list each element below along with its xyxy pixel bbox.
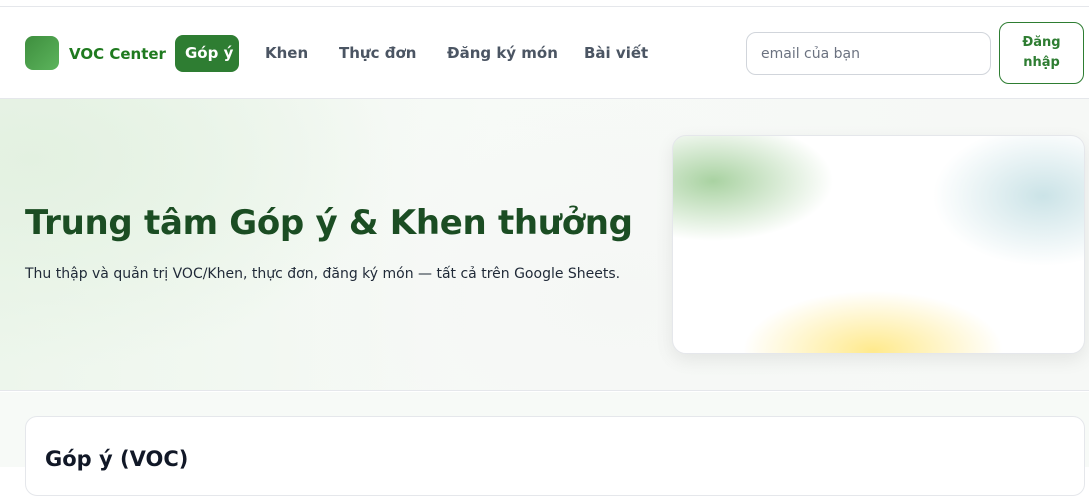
hero-section: Trung tâm Góp ý & Khen thưởng Thu thập v… bbox=[0, 99, 1089, 391]
email-input[interactable] bbox=[746, 32, 991, 75]
brand-name[interactable]: VOC Center bbox=[69, 45, 166, 63]
nav-item-bai-viet[interactable]: Bài viết bbox=[574, 35, 658, 72]
nav-item-dang-ky-mon[interactable]: Đăng ký món bbox=[437, 35, 568, 72]
nav-item-gop-y[interactable]: Góp ý bbox=[175, 35, 239, 72]
logo-icon[interactable] bbox=[25, 36, 59, 70]
top-border bbox=[0, 0, 1089, 7]
hero-title: Trung tâm Góp ý & Khen thưởng bbox=[25, 203, 633, 243]
hero-illustration bbox=[672, 135, 1085, 354]
site-header: VOC Center Góp ý Khen Thực đơn Đăng ký m… bbox=[0, 7, 1089, 99]
voc-panel: Góp ý (VOC) bbox=[25, 416, 1085, 496]
nav-item-khen[interactable]: Khen bbox=[255, 35, 318, 72]
nav-item-thuc-don[interactable]: Thực đơn bbox=[329, 35, 426, 72]
hero-subtitle: Thu thập và quản trị VOC/Khen, thực đơn,… bbox=[25, 266, 621, 282]
login-button[interactable]: Đăng nhập bbox=[999, 22, 1084, 84]
voc-section-title: Góp ý (VOC) bbox=[45, 447, 189, 471]
